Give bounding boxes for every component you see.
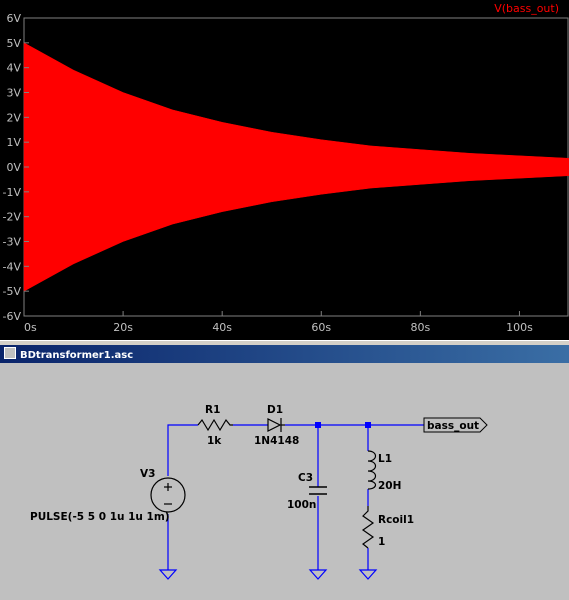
r1-value[interactable]: 1k	[207, 435, 222, 447]
resistor-rcoil1-symbol[interactable]	[361, 506, 375, 549]
y-tick-label: -2V	[3, 211, 22, 224]
v3-name[interactable]: V3	[140, 468, 155, 480]
d1-value[interactable]: 1N4148	[254, 435, 299, 447]
ground-symbol[interactable]	[308, 569, 328, 580]
y-tick-label: -4V	[3, 260, 22, 273]
x-tick-label: 20s	[113, 321, 133, 334]
waveform-plot[interactable]: 6V 5V 4V 3V 2V 1V 0V -1V -2V -3V -4V -5V -6V0s 20s 40s…	[0, 0, 569, 340]
y-tick-label: -3V	[3, 236, 22, 249]
y-tick-label: -1V	[3, 186, 22, 199]
trace-v-bass-out[interactable]	[23, 42, 569, 292]
wire-v3-to-r1[interactable]	[167, 424, 198, 476]
y-tick-label: 6V	[6, 12, 21, 25]
schematic-drawing[interactable]: R1 1k D1 1N4148 bass_out C3 100n L1 20H …	[0, 363, 569, 600]
l1-value[interactable]: 20H	[378, 480, 401, 492]
net-label-text[interactable]: bass_out	[427, 420, 479, 432]
schematic-window-title: BDtransformer1.asc	[20, 350, 134, 361]
d1-name[interactable]: D1	[267, 404, 283, 416]
voltage-source-v3-symbol[interactable]	[150, 477, 186, 513]
y-tick-label: 1V	[6, 136, 21, 149]
schematic-file-icon	[4, 347, 16, 359]
capacitor-c3-symbol[interactable]	[309, 486, 327, 495]
diode-d1-symbol[interactable]	[267, 418, 285, 432]
y-tick-label: 3V	[6, 87, 21, 100]
rcoil-name[interactable]: Rcoil1	[378, 514, 414, 526]
ground-symbol[interactable]	[358, 569, 378, 580]
trace-legend-label[interactable]: V(bass_out)	[494, 2, 559, 15]
v3-value[interactable]: PULSE(-5 5 0 1u 1u 1m)	[30, 511, 170, 523]
r1-name[interactable]: R1	[205, 404, 220, 416]
l1-name[interactable]: L1	[378, 453, 392, 465]
y-tick-label: 5V	[6, 37, 21, 50]
resistor-r1-symbol[interactable]	[197, 418, 233, 432]
c3-value[interactable]: 100n	[287, 499, 316, 511]
x-tick-label: 0s	[24, 321, 37, 334]
junction-dot[interactable]	[365, 422, 371, 428]
schematic-window-titlebar[interactable]: BDtransformer1.asc	[0, 345, 569, 363]
schematic-canvas[interactable]: R1 1k D1 1N4148 bass_out C3 100n L1 20H …	[0, 363, 569, 600]
inductor-l1-symbol[interactable]	[367, 450, 377, 490]
y-tick-label: 2V	[6, 111, 21, 124]
y-tick-label: -6V	[3, 310, 22, 323]
y-tick-label: 0V	[6, 161, 21, 174]
ground-symbol[interactable]	[158, 569, 178, 580]
y-tick-label: -5V	[3, 285, 22, 298]
junction-dot[interactable]	[315, 422, 321, 428]
y-tick-label: 4V	[6, 62, 21, 75]
x-tick-label: 100s	[506, 321, 533, 334]
rcoil-value[interactable]: 1	[378, 536, 385, 548]
x-tick-label: 80s	[410, 321, 430, 334]
waveform-plot-pane[interactable]: 6V 5V 4V 3V 2V 1V 0V -1V -2V -3V -4V -5V -6V 0s 20s 40s…	[0, 0, 569, 340]
c3-name[interactable]: C3	[298, 472, 313, 484]
x-tick-label: 40s	[212, 321, 232, 334]
x-tick-label: 60s	[311, 321, 331, 334]
